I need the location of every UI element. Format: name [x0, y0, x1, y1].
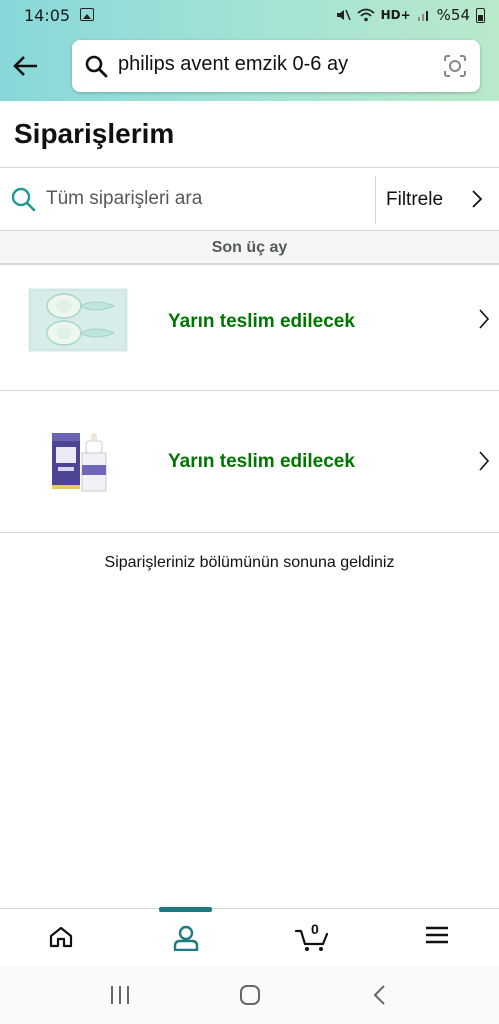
back-button[interactable]	[10, 50, 42, 82]
camera-scan-icon[interactable]	[442, 53, 468, 79]
home-button-icon[interactable]	[230, 982, 270, 1008]
chevron-right-icon	[479, 309, 490, 329]
order-divider	[0, 532, 499, 533]
system-navigation-bar	[0, 966, 499, 1024]
search-icon	[11, 187, 36, 212]
pacifier-pack-image	[28, 288, 128, 352]
orders-search-input[interactable]	[46, 188, 366, 210]
nav-home[interactable]	[0, 909, 124, 967]
section-header: Son üç ay	[0, 231, 499, 265]
nav-account[interactable]	[124, 909, 248, 967]
search-bar[interactable]: philips avent emzik 0-6 ay	[72, 40, 480, 92]
back-nav-icon[interactable]	[360, 982, 400, 1008]
battery-icon	[476, 7, 485, 23]
mute-icon	[336, 9, 351, 21]
baby-bottle-box-image	[52, 433, 107, 492]
nav-menu[interactable]	[375, 909, 499, 967]
home-icon	[49, 926, 73, 948]
order-status: Yarın teslim edilecek	[168, 311, 355, 332]
order-row[interactable]: Yarın teslim edilecek	[0, 391, 499, 515]
recent-apps-icon[interactable]	[100, 982, 140, 1008]
orders-search-bar[interactable]	[0, 168, 375, 230]
signal-icon	[417, 11, 428, 21]
page-title: Siparişlerim	[14, 118, 175, 149]
search-icon	[85, 55, 108, 78]
chevron-right-icon	[479, 451, 490, 471]
search-input[interactable]: philips avent emzik 0-6 ay	[118, 53, 348, 76]
order-status: Yarın teslim edilecek	[168, 451, 355, 472]
filter-label: Filtrele	[386, 189, 444, 210]
chevron-right-icon	[472, 190, 483, 208]
order-row[interactable]: Yarın teslim edilecek	[0, 266, 499, 390]
status-icons: HD+ %54	[335, 6, 485, 24]
nav-cart[interactable]: 0	[250, 909, 374, 967]
user-icon	[173, 925, 199, 951]
cart-count: 0	[311, 921, 319, 937]
section-label: Son üç ay	[211, 239, 288, 256]
filter-button[interactable]: Filtrele	[376, 168, 499, 230]
battery-level: %54	[436, 6, 470, 24]
bottom-navigation: 0	[0, 907, 499, 967]
wifi-icon	[357, 8, 375, 22]
status-bar: 14:05 HD+ %54	[0, 0, 499, 32]
hamburger-menu-icon	[426, 926, 448, 944]
gallery-icon	[80, 8, 94, 21]
network-type: HD+	[380, 8, 411, 22]
end-of-orders-message: Siparişleriniz bölümünün sonuna geldiniz	[104, 554, 395, 571]
arrow-left-icon	[13, 56, 37, 76]
status-time: 14:05	[24, 6, 71, 25]
